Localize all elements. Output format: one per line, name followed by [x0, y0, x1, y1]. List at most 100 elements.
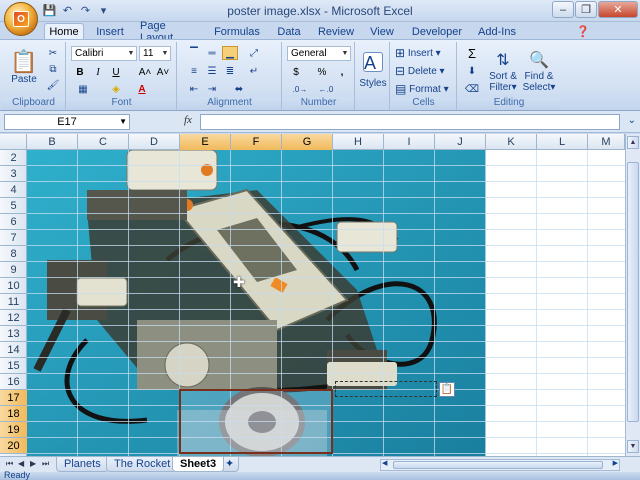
number-format-combo[interactable]: General ▼ [287, 46, 351, 61]
row-header[interactable]: 12 [0, 310, 27, 326]
row-header[interactable]: 9 [0, 262, 27, 278]
row-header[interactable]: 17 [0, 390, 27, 406]
worksheet-grid[interactable]: 📋 ✚ [27, 150, 625, 456]
copy-icon[interactable]: ⧉ [46, 62, 60, 76]
horizontal-scroll-thumb[interactable] [393, 461, 603, 469]
row-header[interactable]: 8 [0, 246, 27, 262]
row-header[interactable]: 7 [0, 230, 27, 246]
borders-icon[interactable]: ▦ [73, 82, 93, 96]
vertical-scroll-thumb[interactable] [627, 162, 639, 422]
sheet-tab-the-rocket[interactable]: The Rocket [106, 457, 179, 472]
name-box[interactable]: E17 ▼ [4, 114, 130, 130]
row-header[interactable]: 4 [0, 182, 27, 198]
align-right-icon[interactable]: ≣ [222, 64, 238, 78]
decrease-indent-icon[interactable]: ⇤ [186, 82, 202, 96]
fill-icon[interactable]: ⬇ [462, 64, 482, 78]
comma-button[interactable]: , [335, 65, 349, 79]
tab-formulas[interactable]: Formulas [210, 23, 264, 40]
column-header[interactable]: I [384, 134, 435, 150]
percent-button[interactable]: % [315, 65, 329, 79]
row-header[interactable]: 15 [0, 358, 27, 374]
scroll-up-arrow-icon[interactable]: ▲ [627, 136, 639, 149]
autosum-button[interactable]: Σ [462, 46, 482, 61]
find-select-button[interactable]: 🔍 Find & Select▾ [522, 46, 556, 98]
format-painter-icon[interactable]: 🖌 [46, 78, 60, 92]
horizontal-scrollbar[interactable]: ◀ ▶ [380, 459, 620, 471]
help-icon[interactable]: ❓ [576, 25, 590, 38]
merge-center-icon[interactable]: ⬌ [228, 82, 250, 96]
sheet-tab-sheet3[interactable]: Sheet3 [172, 457, 225, 472]
first-sheet-icon[interactable]: ⏮ [6, 459, 13, 469]
prev-sheet-icon[interactable]: ◀ [18, 459, 24, 468]
align-left-icon[interactable]: ≡ [186, 64, 202, 78]
close-button[interactable]: ✕ [598, 1, 638, 18]
align-top-icon[interactable]: ▔ [186, 46, 202, 60]
row-header[interactable]: 10 [0, 278, 27, 294]
sheet-tab-planets[interactable]: Planets [56, 457, 109, 472]
increase-indent-icon[interactable]: ⇥ [204, 82, 220, 96]
paste-options-icon[interactable]: 📋 [439, 382, 455, 397]
styles-button[interactable]: A Styles [358, 46, 388, 94]
row-header[interactable]: 5 [0, 198, 27, 214]
column-header[interactable]: E [180, 134, 231, 150]
align-center-icon[interactable]: ☰ [204, 64, 220, 78]
row-header[interactable]: 3 [0, 166, 27, 182]
row-header[interactable]: 11 [0, 294, 27, 310]
align-bottom-icon[interactable]: ▁ [222, 46, 238, 60]
cut-icon[interactable]: ✂ [46, 46, 60, 60]
bold-button[interactable]: B [73, 65, 87, 79]
format-cells-button[interactable]: ▤ Format ▾ [395, 82, 453, 96]
minimize-button[interactable]: – [552, 1, 574, 18]
insert-cells-button[interactable]: ⊞ Insert ▾ [395, 46, 453, 60]
italic-button[interactable]: I [91, 65, 105, 79]
next-sheet-icon[interactable]: ▶ [30, 459, 36, 468]
scroll-right-arrow-icon[interactable]: ▶ [613, 459, 618, 467]
tab-data[interactable]: Data [272, 23, 306, 40]
row-header[interactable]: 16 [0, 374, 27, 390]
tab-review[interactable]: Review [316, 23, 356, 40]
underline-button[interactable]: U [109, 65, 123, 79]
align-middle-icon[interactable]: ═ [204, 46, 220, 60]
sort-filter-button[interactable]: ⇅ Sort & Filter▾ [486, 46, 520, 98]
selected-range[interactable] [179, 389, 333, 454]
row-header[interactable]: 14 [0, 342, 27, 358]
row-header[interactable]: 2 [0, 150, 27, 166]
row-header[interactable]: 6 [0, 214, 27, 230]
column-header[interactable]: K [486, 134, 537, 150]
increase-decimal-icon[interactable]: .0→ [289, 82, 311, 96]
row-header[interactable]: 20 [0, 438, 27, 454]
last-sheet-icon[interactable]: ⏭ [42, 459, 49, 469]
formula-input[interactable] [200, 114, 620, 130]
insert-function-icon[interactable]: fx [184, 114, 198, 130]
column-header[interactable]: G [282, 134, 333, 150]
office-button[interactable]: O [4, 2, 38, 36]
tab-page-layout[interactable]: Page Layout [140, 20, 200, 44]
tab-view[interactable]: View [364, 23, 400, 40]
column-header[interactable]: D [129, 134, 180, 150]
column-header[interactable]: B [27, 134, 78, 150]
column-header[interactable]: H [333, 134, 384, 150]
tab-home[interactable]: Home [44, 23, 84, 40]
orientation-icon[interactable]: ⤢ [246, 46, 262, 60]
select-all-corner[interactable] [0, 134, 27, 150]
row-header[interactable]: 19 [0, 422, 27, 438]
row-header[interactable]: 13 [0, 326, 27, 342]
wrap-text-icon[interactable]: ↵ [246, 64, 262, 78]
font-color-icon[interactable]: A [133, 82, 151, 96]
tab-add-ins[interactable]: Add-Ins [474, 23, 520, 40]
delete-cells-button[interactable]: ⊟ Delete ▾ [395, 64, 453, 78]
clear-icon[interactable]: ⌫ [462, 82, 482, 96]
column-header[interactable]: C [78, 134, 129, 150]
column-header[interactable]: J [435, 134, 486, 150]
fill-color-icon[interactable]: ◈ [107, 82, 125, 96]
expand-formula-bar-icon[interactable]: ⌄ [628, 115, 636, 126]
decrease-decimal-icon[interactable]: ←.0 [315, 82, 337, 96]
column-header[interactable]: M [588, 134, 625, 150]
shrink-font-button[interactable]: A˅ [155, 65, 171, 79]
column-header[interactable]: F [231, 134, 282, 150]
font-name-combo[interactable]: Calibri ▼ [71, 46, 137, 61]
vertical-scrollbar[interactable]: ▲ ▼ [625, 134, 640, 456]
scroll-left-arrow-icon[interactable]: ◀ [382, 459, 387, 467]
grow-font-button[interactable]: A˄ [137, 65, 153, 79]
font-size-combo[interactable]: 11 ▼ [139, 46, 171, 61]
